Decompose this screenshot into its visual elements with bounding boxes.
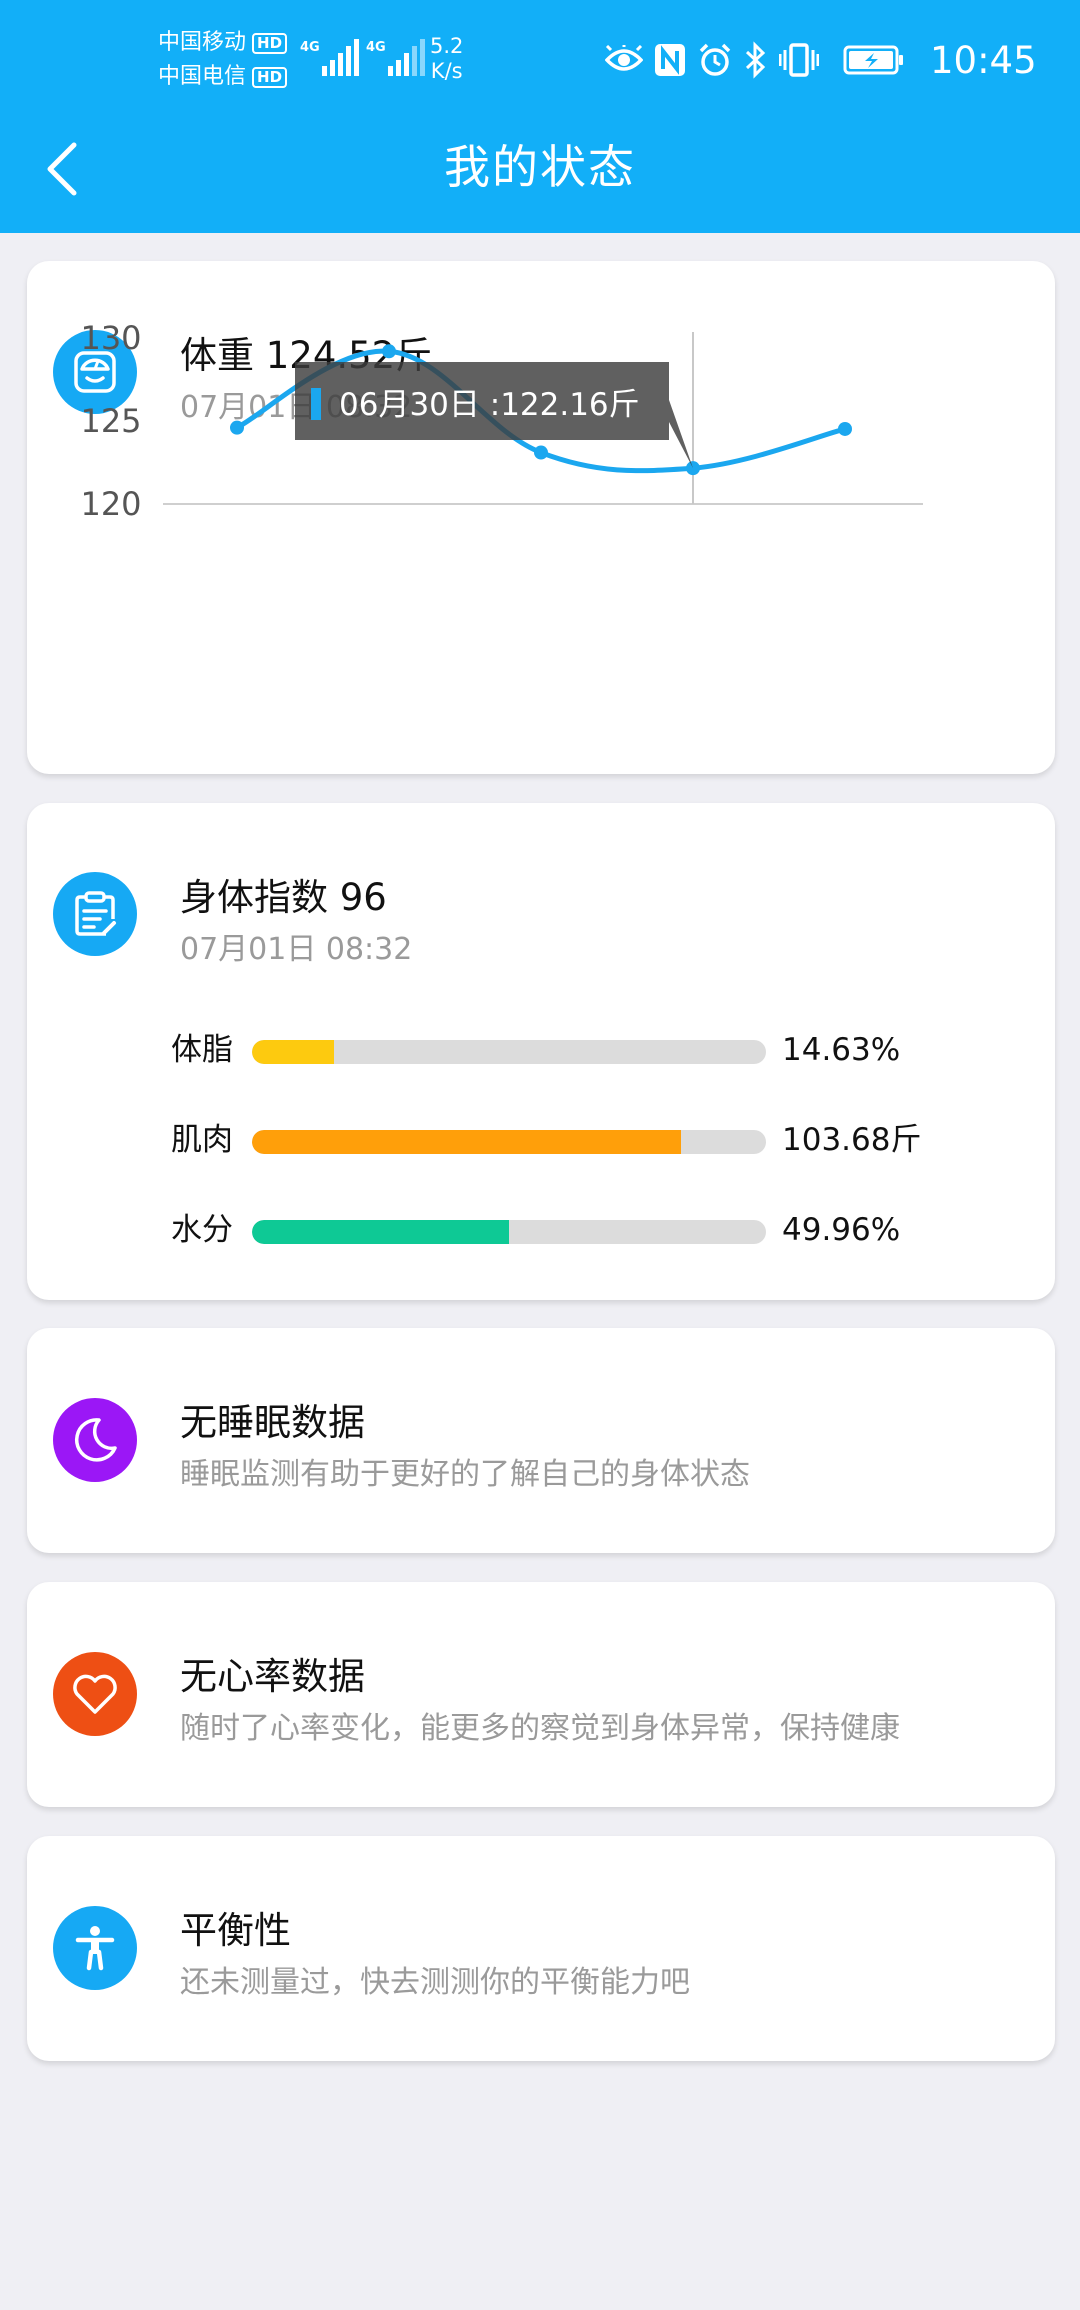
- body-fat-row: 体脂 14.63%: [27, 1025, 1055, 1075]
- app-header: 中国移动 HD 中国电信 HD 4G 4G 5.2 K/s 10:45 我的状态: [0, 0, 1080, 233]
- eye-icon: [605, 45, 643, 71]
- carrier-2: 中国电信 HD: [158, 62, 288, 92]
- hd-badge-1: HD: [252, 32, 288, 54]
- status-clock: 10:45: [930, 39, 1037, 82]
- network-type-2: 4G: [366, 40, 386, 55]
- data-point: [838, 421, 852, 436]
- chart-tooltip: 06月30日 :122.16斤: [295, 362, 693, 469]
- muscle-fill: [252, 1130, 682, 1154]
- battery-charging-icon: [843, 45, 903, 75]
- clipboard-icon: [53, 872, 137, 956]
- muscle-value: 103.68斤: [782, 1122, 922, 1158]
- heart-icon: [53, 1652, 137, 1736]
- y-tick-label: 120: [80, 485, 141, 523]
- signal-bars-icon: [322, 39, 359, 76]
- heart-rate-subtitle: 随时了心率变化，能更多的察觉到身体异常，保持健康: [180, 1711, 900, 1746]
- body-fat-fill: [252, 1040, 335, 1064]
- tooltip-marker: [311, 388, 321, 420]
- balance-card[interactable]: 平衡性 还未测量过，快去测测你的平衡能力吧: [27, 1836, 1055, 2061]
- sleep-card[interactable]: 无睡眠数据 睡眠监测有助于更好的了解自己的身体状态: [27, 1328, 1055, 1553]
- body-fat-label: 体脂: [171, 1032, 233, 1068]
- data-point: [534, 445, 548, 460]
- person-accessibility-icon: [53, 1906, 137, 1990]
- carrier-1: 中国移动 HD: [158, 28, 288, 58]
- status-icons: [605, 40, 905, 80]
- bluetooth-icon: [745, 41, 766, 79]
- y-tick-label: 125: [80, 402, 141, 440]
- data-point: [382, 344, 396, 359]
- body-index-title: 身体指数 96: [180, 876, 387, 919]
- nfc-icon: [655, 44, 685, 76]
- body-index-card[interactable]: 身体指数 96 07月01日 08:32 体脂 14.63% 肌肉 103.68…: [27, 803, 1055, 1300]
- sleep-title: 无睡眠数据: [180, 1401, 365, 1444]
- moon-icon: [53, 1398, 137, 1482]
- muscle-label: 肌肉: [171, 1122, 233, 1158]
- muscle-track: [252, 1130, 766, 1154]
- weight-card[interactable]: 体重 124.52斤 07月01日 08:32 130125120 06月30日…: [27, 261, 1055, 774]
- y-axis-ticks: 130 125 120: [80, 319, 141, 523]
- sleep-subtitle: 睡眠监测有助于更好的了解自己的身体状态: [180, 1457, 750, 1492]
- data-point: [230, 420, 244, 435]
- speed-unit: K/s: [430, 59, 463, 83]
- y-tick-label: 130: [80, 319, 141, 357]
- tooltip-text: 06月30日 :122.16斤: [339, 387, 640, 423]
- body-fat-track: [252, 1040, 766, 1064]
- heart-rate-title: 无心率数据: [180, 1655, 365, 1698]
- signal-bars-icon: [388, 39, 425, 76]
- alarm-icon: [699, 43, 731, 76]
- body-fat-value: 14.63%: [782, 1032, 901, 1068]
- water-label: 水分: [171, 1212, 233, 1248]
- page-title: 我的状态: [444, 140, 636, 194]
- hd-badge-2: HD: [252, 66, 288, 88]
- vibrate-icon: [779, 43, 819, 77]
- water-track: [252, 1220, 766, 1244]
- speed-value: 5.2: [430, 34, 464, 58]
- heart-rate-card[interactable]: 无心率数据 随时了心率变化，能更多的察觉到身体异常，保持健康: [27, 1582, 1055, 1807]
- carrier-1-name: 中国移动: [158, 30, 247, 55]
- water-row: 水分 49.96%: [27, 1205, 1055, 1255]
- carrier-2-name: 中国电信: [158, 64, 247, 89]
- water-value: 49.96%: [782, 1212, 901, 1248]
- body-index-date: 07月01日 08:32: [180, 932, 413, 967]
- status-bar: 中国移动 HD 中国电信 HD 4G 4G 5.2 K/s 10:45: [0, 0, 1080, 120]
- network-speed: 5.2 K/s: [430, 34, 463, 84]
- water-fill: [252, 1220, 509, 1244]
- balance-title: 平衡性: [180, 1909, 291, 1952]
- weight-line-chart[interactable]: 130 125 120 06月30日 :122.16斤: [27, 261, 1055, 774]
- data-point: [686, 461, 700, 476]
- balance-subtitle: 还未测量过，快去测测你的平衡能力吧: [180, 1965, 690, 2000]
- network-type-1: 4G: [300, 40, 320, 55]
- muscle-row: 肌肉 103.68斤: [27, 1115, 1055, 1165]
